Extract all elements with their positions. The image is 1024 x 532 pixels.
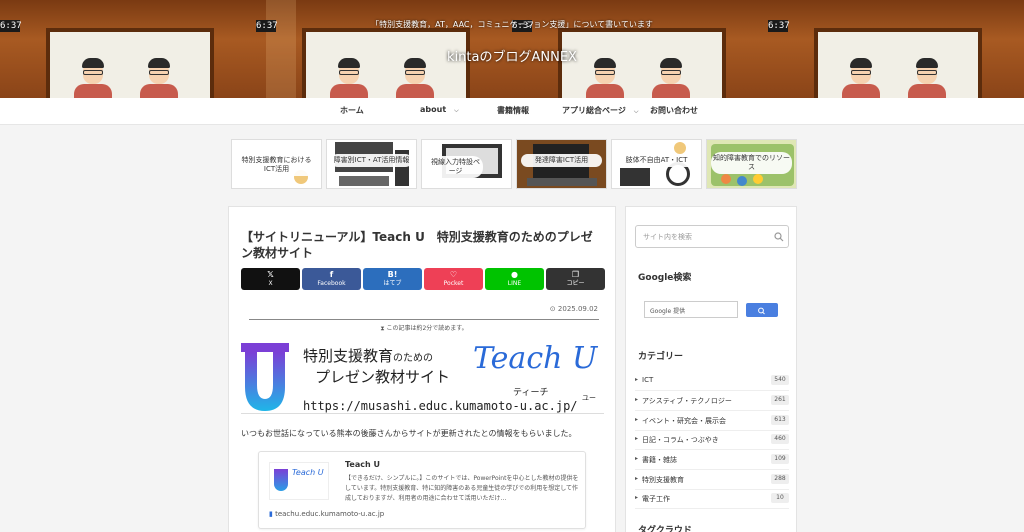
clock-icon: ⊙	[549, 305, 556, 313]
chevron-right-icon: ▸	[635, 475, 639, 482]
banner-logo-text: Teach U	[473, 341, 598, 376]
search-icon[interactable]	[774, 232, 784, 242]
carousel-card[interactable]: 肢体不自由AT・ICT	[611, 139, 702, 189]
site-header: 6:37 6:37 6:37 6:37 「特別支援教育，AT，AAC，コミュニケ…	[0, 0, 1024, 98]
blog-card-url: ▮ teachu.educ.kumamoto-u.ac.jp	[269, 510, 385, 518]
pocket-icon: ♡	[449, 270, 458, 279]
category-item[interactable]: ▸ アシスティブ・テクノロジー 261	[635, 391, 789, 411]
carousel-card[interactable]: 特別支援教育における ICT活用	[231, 139, 322, 189]
blog-card-thumbnail: Teach U	[269, 462, 329, 500]
chevron-right-icon: ▸	[635, 435, 639, 442]
chevron-right-icon: ▸	[635, 494, 639, 501]
chevron-right-icon: ▸	[635, 416, 639, 423]
article-title: 【サイトリニューアル】Teach U 特別支援教育のためのプレゼン教材サイト	[241, 230, 593, 260]
carousel-card-label: 知的障害教育でのリソース	[711, 152, 792, 175]
facebook-icon: f	[329, 270, 334, 279]
chevron-down-icon: ⌵	[454, 107, 459, 114]
carousel-card[interactable]: 発達障害ICT活用	[516, 139, 607, 189]
post-date: ⊙ 2025.09.02	[549, 305, 598, 313]
nav-item-home[interactable]: ホーム	[340, 105, 364, 116]
category-item[interactable]: ▸ 日記・コラム・つぶやき 460	[635, 430, 789, 450]
share-button-hatebu[interactable]: B! はてブ	[363, 268, 422, 290]
copy-icon: ❐	[571, 270, 580, 279]
share-button-copy[interactable]: ❐ コピー	[546, 268, 605, 290]
blog-card-link[interactable]: Teach U Teach U 【できるだけ、シンプルに。】このサイトでは、Po…	[258, 451, 586, 529]
teach-u-logo-icon	[241, 343, 289, 411]
line-icon: ●	[511, 270, 518, 279]
carousel-card-label: 視線入力特設ページ	[428, 156, 483, 179]
google-search-button[interactable]	[746, 303, 778, 317]
read-time: ⧗ この記事は約2分で読めます。	[249, 319, 599, 333]
google-search-input[interactable]: Google 提供	[644, 301, 738, 318]
site-description: 「特別支援教育，AT，AAC，コミュニケーション支援」について書いています	[371, 20, 653, 29]
category-item[interactable]: ▸ 特別支援教育 288	[635, 470, 789, 490]
widget-title: Google検索	[638, 273, 692, 283]
article: 【サイトリニューアル】Teach U 特別支援教育のためのプレゼン教材サイト 𝕏…	[228, 206, 616, 532]
share-button-line[interactable]: ● LINE	[485, 268, 544, 290]
sidebar: Google検索 Google 提供 カテゴリー ▸ICT540 ▸アシスティブ…	[625, 206, 797, 532]
search-icon	[758, 307, 765, 315]
x-icon: 𝕏	[267, 270, 274, 279]
hourglass-icon: ⧗	[380, 325, 385, 332]
share-button-x[interactable]: 𝕏X	[241, 268, 300, 290]
category-item[interactable]: ▸ イベント・研究会・展示会 613	[635, 411, 789, 431]
nav-item-books[interactable]: 書籍情報	[497, 105, 529, 116]
carousel-card-label: 発達障害ICT活用	[521, 154, 602, 168]
blog-card-title: Teach U	[345, 460, 380, 469]
carousel-card[interactable]: 知的障害教育でのリソース	[706, 139, 797, 189]
nav-item-contact[interactable]: お問い合わせ	[650, 105, 698, 116]
chevron-right-icon: ▸	[635, 455, 639, 462]
carousel-card[interactable]: 視線入力特設ページ	[421, 139, 512, 189]
share-button-facebook[interactable]: f Facebook	[302, 268, 361, 290]
blog-card-description: 【できるだけ、シンプルに。】このサイトでは、PowerPointを中心とした教材…	[345, 475, 579, 502]
share-button-pocket[interactable]: ♡ Pocket	[424, 268, 483, 290]
widget-title: カテゴリー	[638, 352, 684, 362]
global-nav: ホーム about ⌵ 書籍情報 アプリ総合ページ ⌵ お問い合わせ	[0, 98, 1024, 125]
category-item[interactable]: ▸ 書籍・雑誌 109	[635, 450, 789, 470]
chevron-right-icon: ▸	[635, 376, 639, 383]
hatena-icon: B!	[387, 270, 398, 279]
carousel-card-label: 障害別ICT・AT活用情報	[331, 154, 412, 168]
carousel-card-label: 肢体不自由AT・ICT	[616, 154, 697, 168]
featured-carousel: 特別支援教育における ICT活用 障害別ICT・AT活用情報 視線入力特設ページ…	[231, 139, 797, 189]
article-intro: いつもお世話になっている熊本の後藤さんからサイトが更新されたとの情報をもらいまし…	[241, 429, 577, 438]
chevron-down-icon: ⌵	[633, 108, 639, 115]
teach-u-banner-image: 特別支援教育のための プレゼン教材サイト Teach U ティーチ ユー htt…	[241, 341, 604, 414]
carousel-card-label: 特別支援教育における ICT活用	[236, 154, 317, 177]
category-item[interactable]: ▸ ICT 540	[635, 371, 789, 391]
site-title-link[interactable]: kintaのブログANNEX	[0, 46, 1024, 65]
chevron-right-icon: ▸	[635, 396, 639, 403]
site-search	[635, 225, 789, 248]
favicon-icon: ▮	[269, 510, 273, 518]
nav-item-about[interactable]: about ⌵	[420, 105, 459, 115]
category-item[interactable]: ▸ 電子工作 10	[635, 489, 789, 509]
nav-item-apps[interactable]: アプリ総合ページ ⌵	[562, 105, 638, 116]
search-input[interactable]	[636, 226, 770, 247]
carousel-card[interactable]: 障害別ICT・AT活用情報	[326, 139, 417, 189]
banner-url: https://musashi.educ.kumamoto-u.ac.jp/	[303, 399, 578, 413]
widget-title: タグクラウド	[638, 526, 692, 532]
